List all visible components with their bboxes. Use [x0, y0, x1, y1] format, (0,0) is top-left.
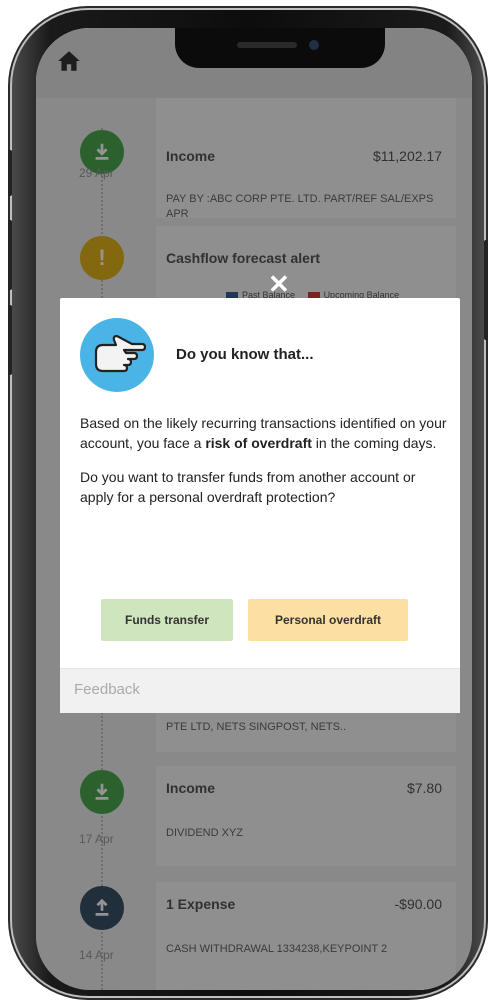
- app-screen: 29 Apr Income $11,202.17 PAY BY :ABC COR…: [36, 28, 472, 990]
- phone-notch: [175, 28, 385, 68]
- personal-overdraft-button[interactable]: Personal overdraft: [248, 599, 408, 641]
- risk-of-overdraft-text: risk of overdraft: [205, 435, 312, 451]
- speaker: [237, 42, 297, 48]
- camera: [309, 40, 319, 50]
- modal-paragraph-2: Do you want to transfer funds from anoth…: [80, 469, 416, 505]
- overdraft-alert-modal: Do you know that... Based on the likely …: [60, 298, 460, 713]
- funds-transfer-button[interactable]: Funds transfer: [101, 599, 233, 641]
- modal-body: Based on the likely recurring transactio…: [80, 413, 450, 521]
- feedback-label: Feedback: [74, 681, 140, 698]
- phone-volume-down: [8, 305, 12, 375]
- close-icon[interactable]: ✕: [268, 271, 290, 297]
- phone-volume-up: [8, 220, 12, 290]
- modal-title: Do you know that...: [176, 346, 314, 363]
- para1-text-end: in the coming days.: [311, 435, 437, 451]
- feedback-bar[interactable]: Feedback: [60, 668, 460, 713]
- phone-power-button: [484, 240, 488, 340]
- modal-icon-circle: [80, 318, 154, 392]
- phone-side-button: [8, 150, 12, 196]
- modal-paragraph-1: Based on the likely recurring transactio…: [80, 413, 450, 453]
- pointing-hand-icon: [94, 334, 147, 373]
